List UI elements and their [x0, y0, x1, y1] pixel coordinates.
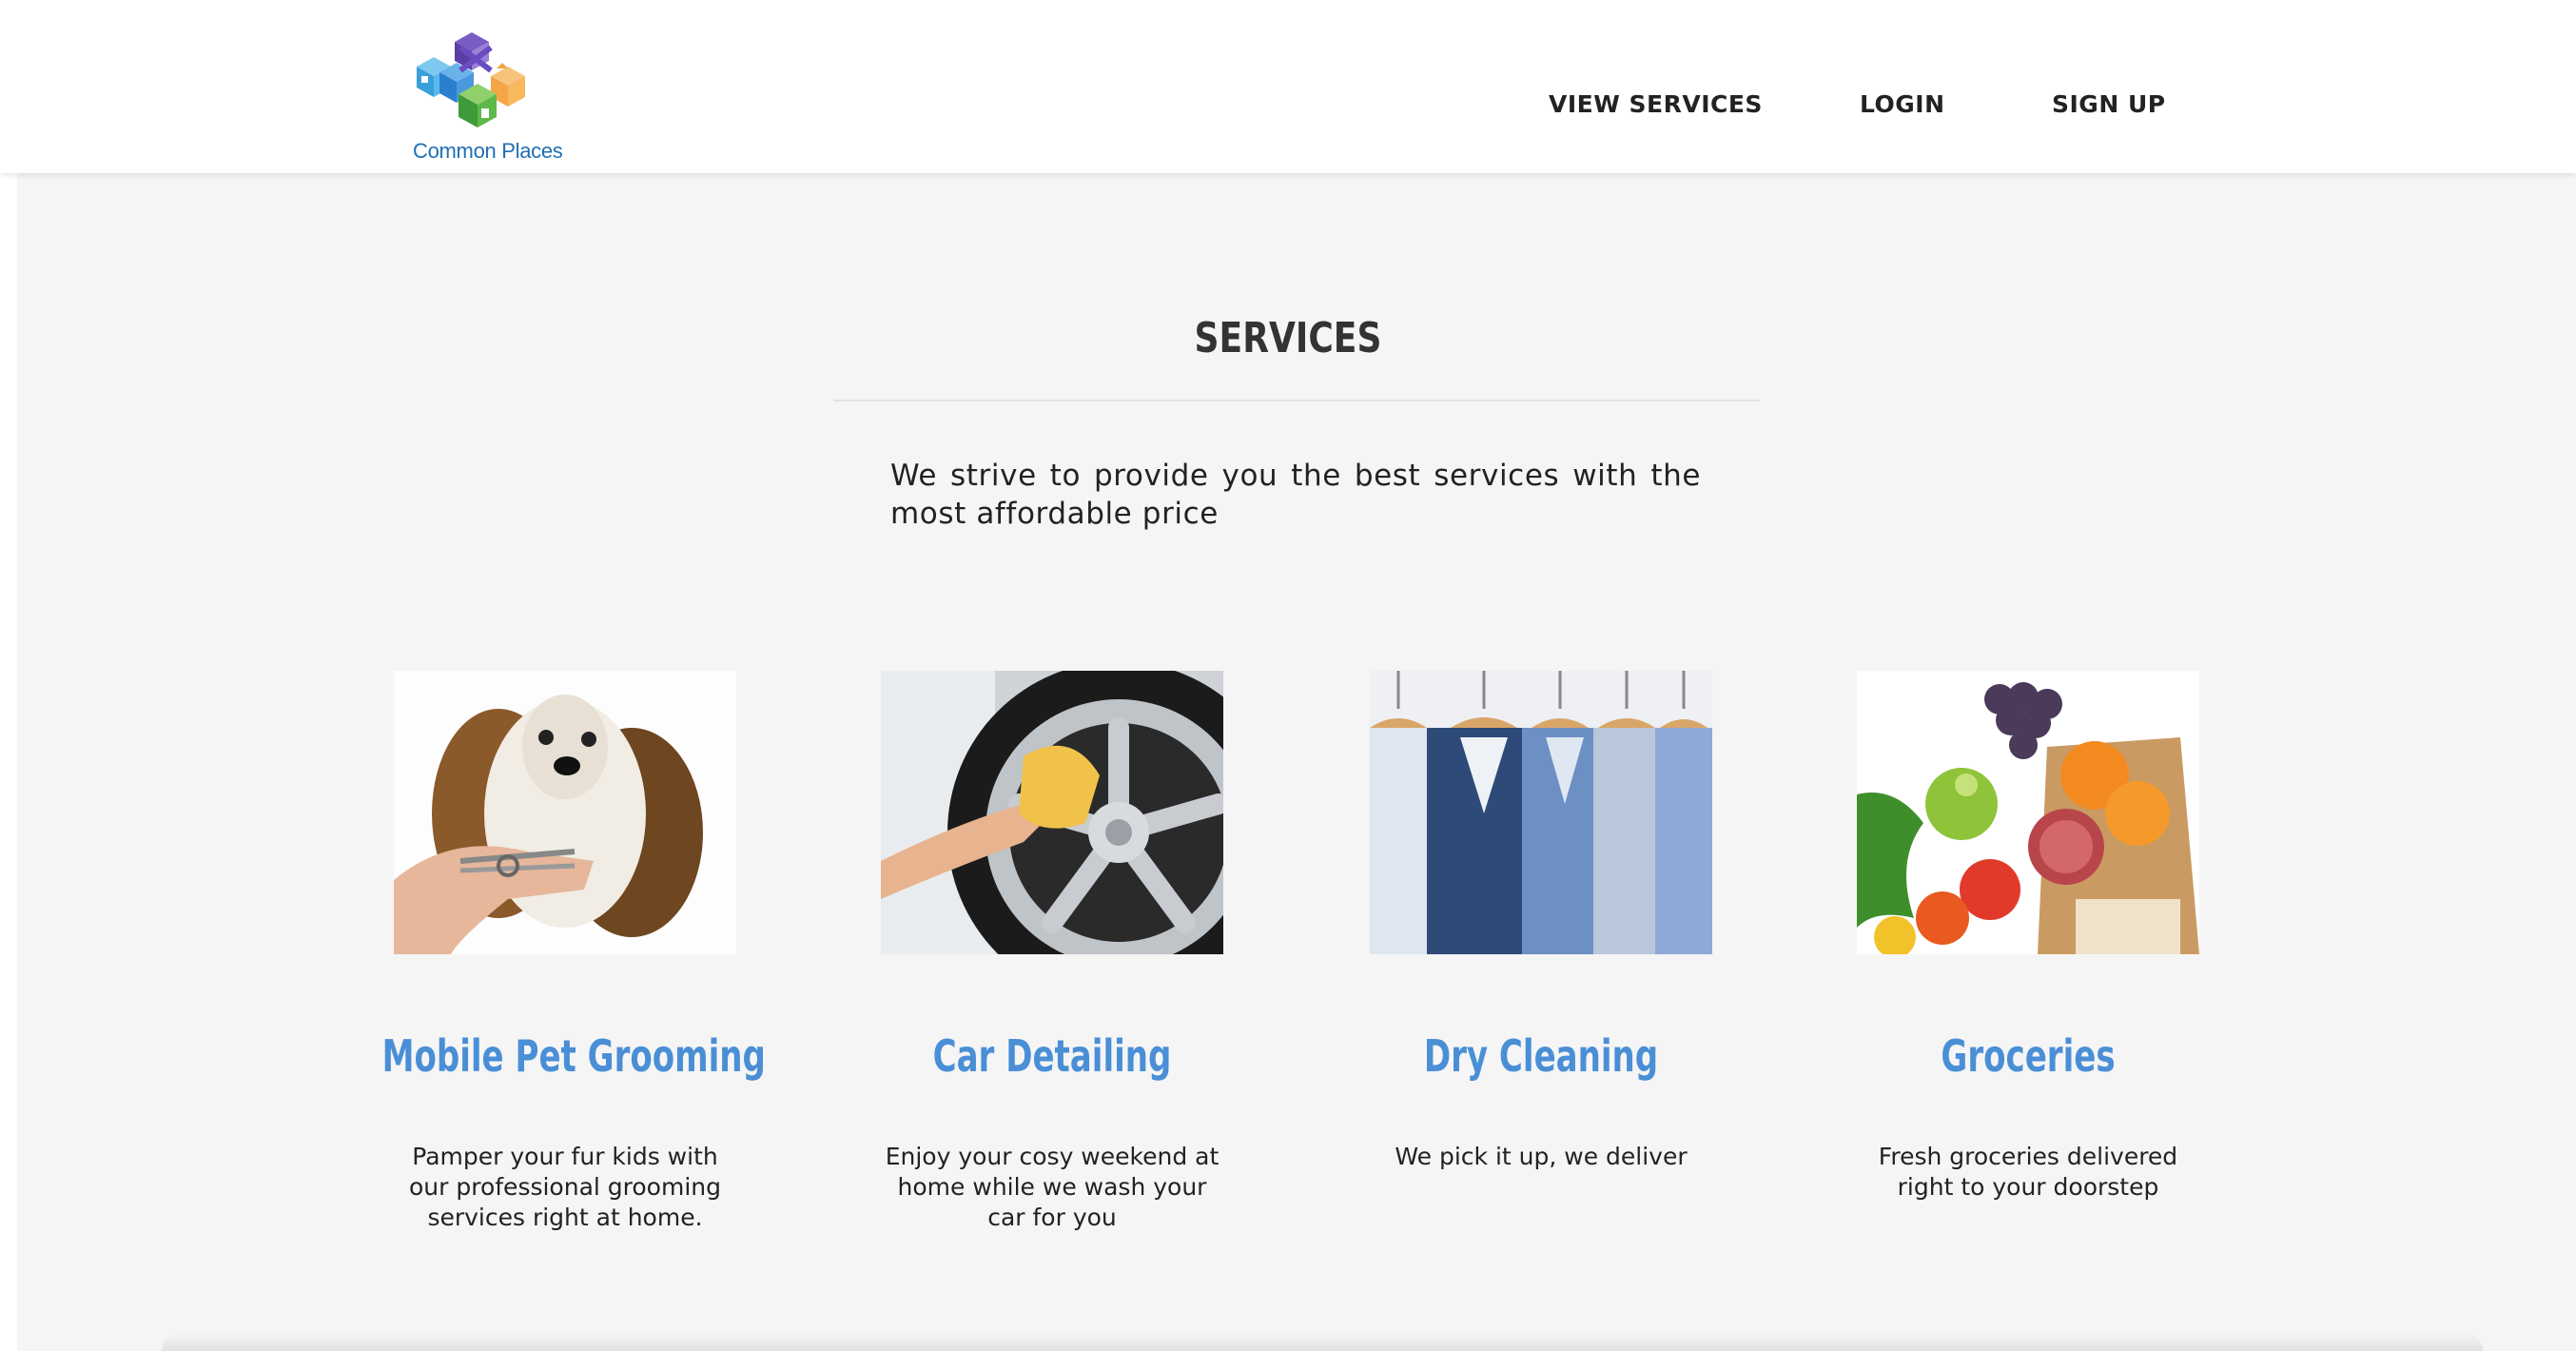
service-card-pet-grooming[interactable]: Mobile Pet Grooming Pamper your fur kids…	[382, 671, 766, 1231]
left-edge	[0, 173, 17, 1351]
car-wheel-image	[881, 671, 1223, 954]
service-description: Fresh groceries delivered right to your …	[1878, 1143, 2178, 1201]
service-title[interactable]: Mobile Pet Grooming	[382, 1030, 766, 1082]
title-divider	[833, 400, 1760, 401]
service-description: Enjoy your cosy weekend at home while we…	[885, 1143, 1220, 1231]
section-title: SERVICES	[1194, 314, 1382, 362]
shirts-on-hangers-image	[1370, 671, 1712, 954]
logo-cubes-icon	[417, 32, 525, 127]
service-card-groceries[interactable]: Groceries Fresh groceries delivered righ…	[1857, 671, 2199, 1201]
section-intro: We strive to provide you the best servic…	[890, 459, 1701, 531]
nav-login[interactable]: LOGIN	[1860, 90, 1945, 118]
service-card-car-detailing[interactable]: Car Detailing Enjoy your cosy weekend at…	[881, 671, 1223, 1231]
top-navbar: Common Places VIEW SERVICES LOGIN SIGN U…	[0, 0, 2576, 173]
logo-text: Common Places	[413, 139, 563, 163]
nav-view-services[interactable]: VIEW SERVICES	[1549, 90, 1763, 118]
nav-sign-up[interactable]: SIGN UP	[2052, 90, 2166, 118]
footer-edge-shadow	[162, 1332, 2483, 1351]
service-description: Pamper your fur kids with our profession…	[409, 1143, 721, 1231]
groceries-bag-image	[1857, 671, 2199, 954]
service-card-dry-cleaning[interactable]: Dry Cleaning We pick it up, we deliver	[1370, 671, 1712, 1170]
dog-grooming-image	[394, 671, 736, 954]
service-title[interactable]: Dry Cleaning	[1358, 1030, 1725, 1082]
service-description: We pick it up, we deliver	[1395, 1143, 1688, 1170]
logo[interactable]: Common Places	[409, 29, 563, 171]
service-title[interactable]: Car Detailing	[869, 1030, 1236, 1082]
service-title[interactable]: Groceries	[1845, 1030, 2212, 1082]
